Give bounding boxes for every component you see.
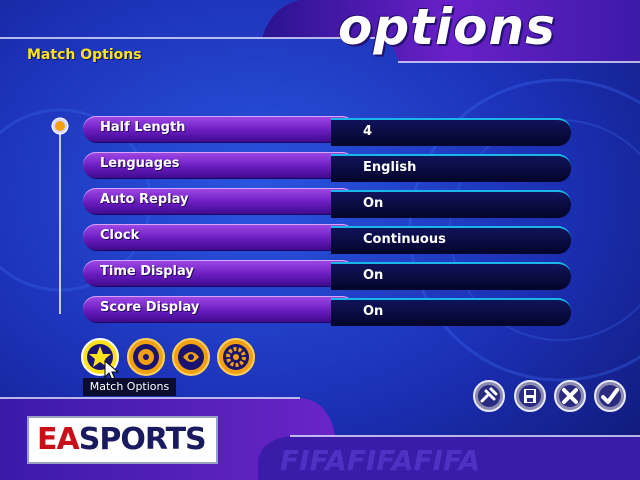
logo-text: EASPORTS	[37, 422, 207, 457]
setting-label-box: Auto Replay	[83, 188, 355, 214]
setting-label-box: Lenguages	[83, 152, 355, 178]
setting-label-box: Score Display	[83, 296, 355, 322]
section-title: Match Options	[27, 47, 142, 63]
setting-label-box: Time Display	[83, 260, 355, 286]
setting-row-auto-replay[interactable]: Auto Replay On	[83, 186, 571, 218]
controller-icon[interactable]	[472, 379, 506, 413]
save-icon[interactable]	[513, 379, 547, 413]
close-icon[interactable]	[553, 379, 587, 413]
setting-value-box[interactable]: On	[331, 190, 571, 218]
setting-label: Score Display	[100, 300, 200, 315]
scroll-knob-icon[interactable]	[50, 116, 70, 136]
setting-value: On	[363, 196, 384, 211]
setting-value-box[interactable]: Continuous	[331, 226, 571, 254]
setting-value-box[interactable]: English	[331, 154, 571, 182]
setting-value: 4	[363, 124, 373, 139]
setting-value-box[interactable]: 4	[331, 118, 571, 146]
check-icon[interactable]	[593, 379, 627, 413]
setting-value: Continuous	[363, 232, 446, 247]
tab-2-icon[interactable]	[126, 337, 166, 377]
setting-label: Half Length	[100, 120, 186, 135]
logo-ea: EA	[37, 422, 80, 457]
ea-sports-logo: EASPORTS	[27, 416, 218, 464]
logo-sports: SPORTS	[78, 422, 207, 457]
page-title: options	[338, 0, 556, 56]
tooltip: Match Options	[83, 378, 176, 396]
setting-label: Lenguages	[100, 156, 180, 171]
setting-value-box[interactable]: On	[331, 298, 571, 326]
setting-value: English	[363, 160, 417, 175]
setting-row-clock[interactable]: Clock Continuous	[83, 222, 571, 254]
setting-label: Time Display	[100, 264, 194, 279]
setting-value: On	[363, 304, 384, 319]
setting-label-box: Clock	[83, 224, 355, 250]
setting-row-languages[interactable]: Lenguages English	[83, 150, 571, 182]
tab-4-icon[interactable]	[216, 337, 256, 377]
setting-row-half-length[interactable]: Half Length 4	[83, 114, 571, 146]
setting-label: Clock	[100, 228, 140, 243]
setting-value: On	[363, 268, 384, 283]
setting-row-score-display[interactable]: Score Display On	[83, 294, 571, 326]
setting-label: Auto Replay	[100, 192, 189, 207]
setting-label-box: Half Length	[83, 116, 355, 142]
setting-row-time-display[interactable]: Time Display On	[83, 258, 571, 290]
svg-text:FIFAFIFAFIFA: FIFAFIFAFIFA	[280, 444, 480, 477]
tab-3-icon[interactable]	[171, 337, 211, 377]
setting-value-box[interactable]: On	[331, 262, 571, 290]
